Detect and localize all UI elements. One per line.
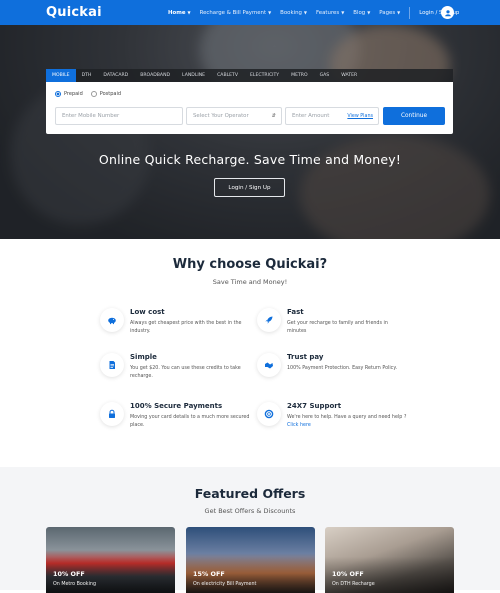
offer-card-electricity[interactable]: 15% OFF On electricity Bill Payment <box>186 527 315 593</box>
radio-postpaid[interactable]: Postpaid <box>90 91 122 97</box>
mobile-number-input[interactable]: Enter Mobile Number <box>55 107 183 125</box>
offer-card-dth[interactable]: 10% OFF On DTH Recharge <box>325 527 454 593</box>
nav-item-home[interactable]: Home ▼ <box>168 10 191 16</box>
nav-item-label: Blog <box>353 9 366 16</box>
nav-item-features[interactable]: Features ▼ <box>316 10 344 16</box>
hero-login-button[interactable]: Login / Sign Up <box>214 178 285 197</box>
nav-item-label: Recharge & Bill Payment <box>199 9 267 16</box>
nav-item-blog[interactable]: Blog ▼ <box>353 10 370 16</box>
tab-metro[interactable]: METRO <box>285 69 313 82</box>
chevron-down-icon: ▼ <box>397 10 401 15</box>
tab-mobile[interactable]: MOBILE <box>46 69 76 82</box>
piggy-bank-icon <box>100 308 124 332</box>
offers-subtitle: Get Best Offers & Discounts <box>204 507 296 515</box>
chevron-down-icon: ▼ <box>303 10 307 15</box>
radio-label: Postpaid <box>99 91 122 97</box>
nav-item-recharge[interactable]: Recharge & Bill Payment ▼ <box>200 10 272 16</box>
offer-percent: 10% OFF <box>53 570 85 578</box>
radio-unchecked-icon <box>90 91 97 97</box>
operator-placeholder: Select Your Operator <box>193 113 249 119</box>
user-icon[interactable] <box>441 6 454 19</box>
recharge-form: Prepaid Postpaid Enter Mobile Number Sel… <box>46 82 453 134</box>
amount-placeholder: Enter Amount <box>292 113 330 119</box>
offer-percent: 15% OFF <box>193 570 225 578</box>
rocket-icon <box>257 308 281 332</box>
why-title: Why choose Quickai? <box>172 257 328 272</box>
offer-percent: 10% OFF <box>332 570 364 578</box>
chevron-down-icon: ▼ <box>341 10 345 15</box>
tab-broadband[interactable]: BROADBAND <box>134 69 176 82</box>
view-plans-link[interactable]: View Plans <box>347 114 373 119</box>
feature-desc-text: We're here to help. Have a query and nee… <box>287 415 407 420</box>
chevron-down-icon: ▼ <box>187 10 191 15</box>
offer-description: On DTH Recharge <box>332 582 375 587</box>
brand-logo[interactable]: Quickai <box>46 5 102 20</box>
feature-desc: You get $20. You can use these credits t… <box>130 366 241 380</box>
feature-desc: 100% Payment Protection. Easy Return Pol… <box>287 366 397 371</box>
main-menu: Home ▼ Recharge & Bill Payment ▼ Booking ▼ … <box>168 0 459 25</box>
offer-card-metro[interactable]: 10% OFF On Metro Booking <box>46 527 175 593</box>
tab-water[interactable]: WATER <box>335 69 363 82</box>
why-subtitle: Save Time and Money! <box>212 278 288 286</box>
nav-item-booking[interactable]: Booking ▼ <box>280 10 307 16</box>
nav-item-label: Features <box>316 9 340 16</box>
tab-cabletv[interactable]: CABLETV <box>211 69 244 82</box>
plan-type-radios: Prepaid Postpaid <box>55 91 121 97</box>
chevron-down-icon: ▼ <box>367 10 371 15</box>
feature-desc: Moving your card details to a much more … <box>130 415 250 429</box>
feature-title: Low cost <box>130 308 165 316</box>
top-navbar: Quickai Home ▼ Recharge & Bill Payment ▼ B… <box>0 0 500 25</box>
select-arrows-icon: ⇵ <box>271 113 276 119</box>
nav-item-label: Pages <box>379 9 396 16</box>
radio-label: Prepaid <box>64 91 83 97</box>
radio-checked-icon <box>55 91 61 97</box>
radio-prepaid[interactable]: Prepaid <box>55 91 83 97</box>
hero-title: Online Quick Recharge. Save Time and Mon… <box>98 152 402 167</box>
lock-icon <box>100 402 124 426</box>
recharge-tabs: MOBILE DTH DATACARD BROADBAND LANDLINE C… <box>46 69 453 82</box>
feature-desc: Get your recharge to family and friends … <box>287 321 388 335</box>
offer-description: On Metro Booking <box>53 582 96 587</box>
tab-electricity[interactable]: ELECTRICITY <box>244 69 285 82</box>
tab-datacard[interactable]: DATACARD <box>97 69 134 82</box>
tab-gas[interactable]: GAS <box>314 69 336 82</box>
feature-desc: We're here to help. Have a query and nee… <box>287 414 407 430</box>
nav-item-pages[interactable]: Pages ▼ <box>379 10 400 16</box>
feature-title: Trust pay <box>287 353 324 361</box>
handshake-icon <box>257 353 281 377</box>
click-here-link[interactable]: Click here <box>287 423 311 428</box>
document-icon <box>100 353 124 377</box>
chevron-down-icon: ▼ <box>268 10 272 15</box>
offers-title: Featured Offers <box>194 486 306 501</box>
amount-input[interactable]: Enter Amount View Plans <box>285 107 379 125</box>
tab-dth[interactable]: DTH <box>76 69 98 82</box>
offer-description: On electricity Bill Payment <box>193 582 257 587</box>
hero-section: MOBILE DTH DATACARD BROADBAND LANDLINE C… <box>0 25 500 239</box>
feature-desc: Always get cheapest price with the best … <box>130 321 242 335</box>
nav-item-label: Home <box>168 9 186 16</box>
nav-item-label: Booking <box>280 9 302 16</box>
continue-button[interactable]: Continue <box>383 107 445 125</box>
featured-offers-section: Featured Offers Get Best Offers & Discou… <box>0 467 500 593</box>
operator-select[interactable]: Select Your Operator ⇵ <box>186 107 282 125</box>
lifebuoy-icon <box>257 402 281 426</box>
feature-title: 24X7 Support <box>287 402 342 410</box>
feature-title: 100% Secure Payments <box>130 402 223 410</box>
mobile-number-placeholder: Enter Mobile Number <box>62 113 120 119</box>
feature-title: Simple <box>130 353 157 361</box>
why-choose-section: Why choose Quickai? Save Time and Money!… <box>0 239 500 467</box>
tab-landline[interactable]: LANDLINE <box>176 69 211 82</box>
nav-divider <box>409 6 411 19</box>
feature-title: Fast <box>287 308 304 316</box>
